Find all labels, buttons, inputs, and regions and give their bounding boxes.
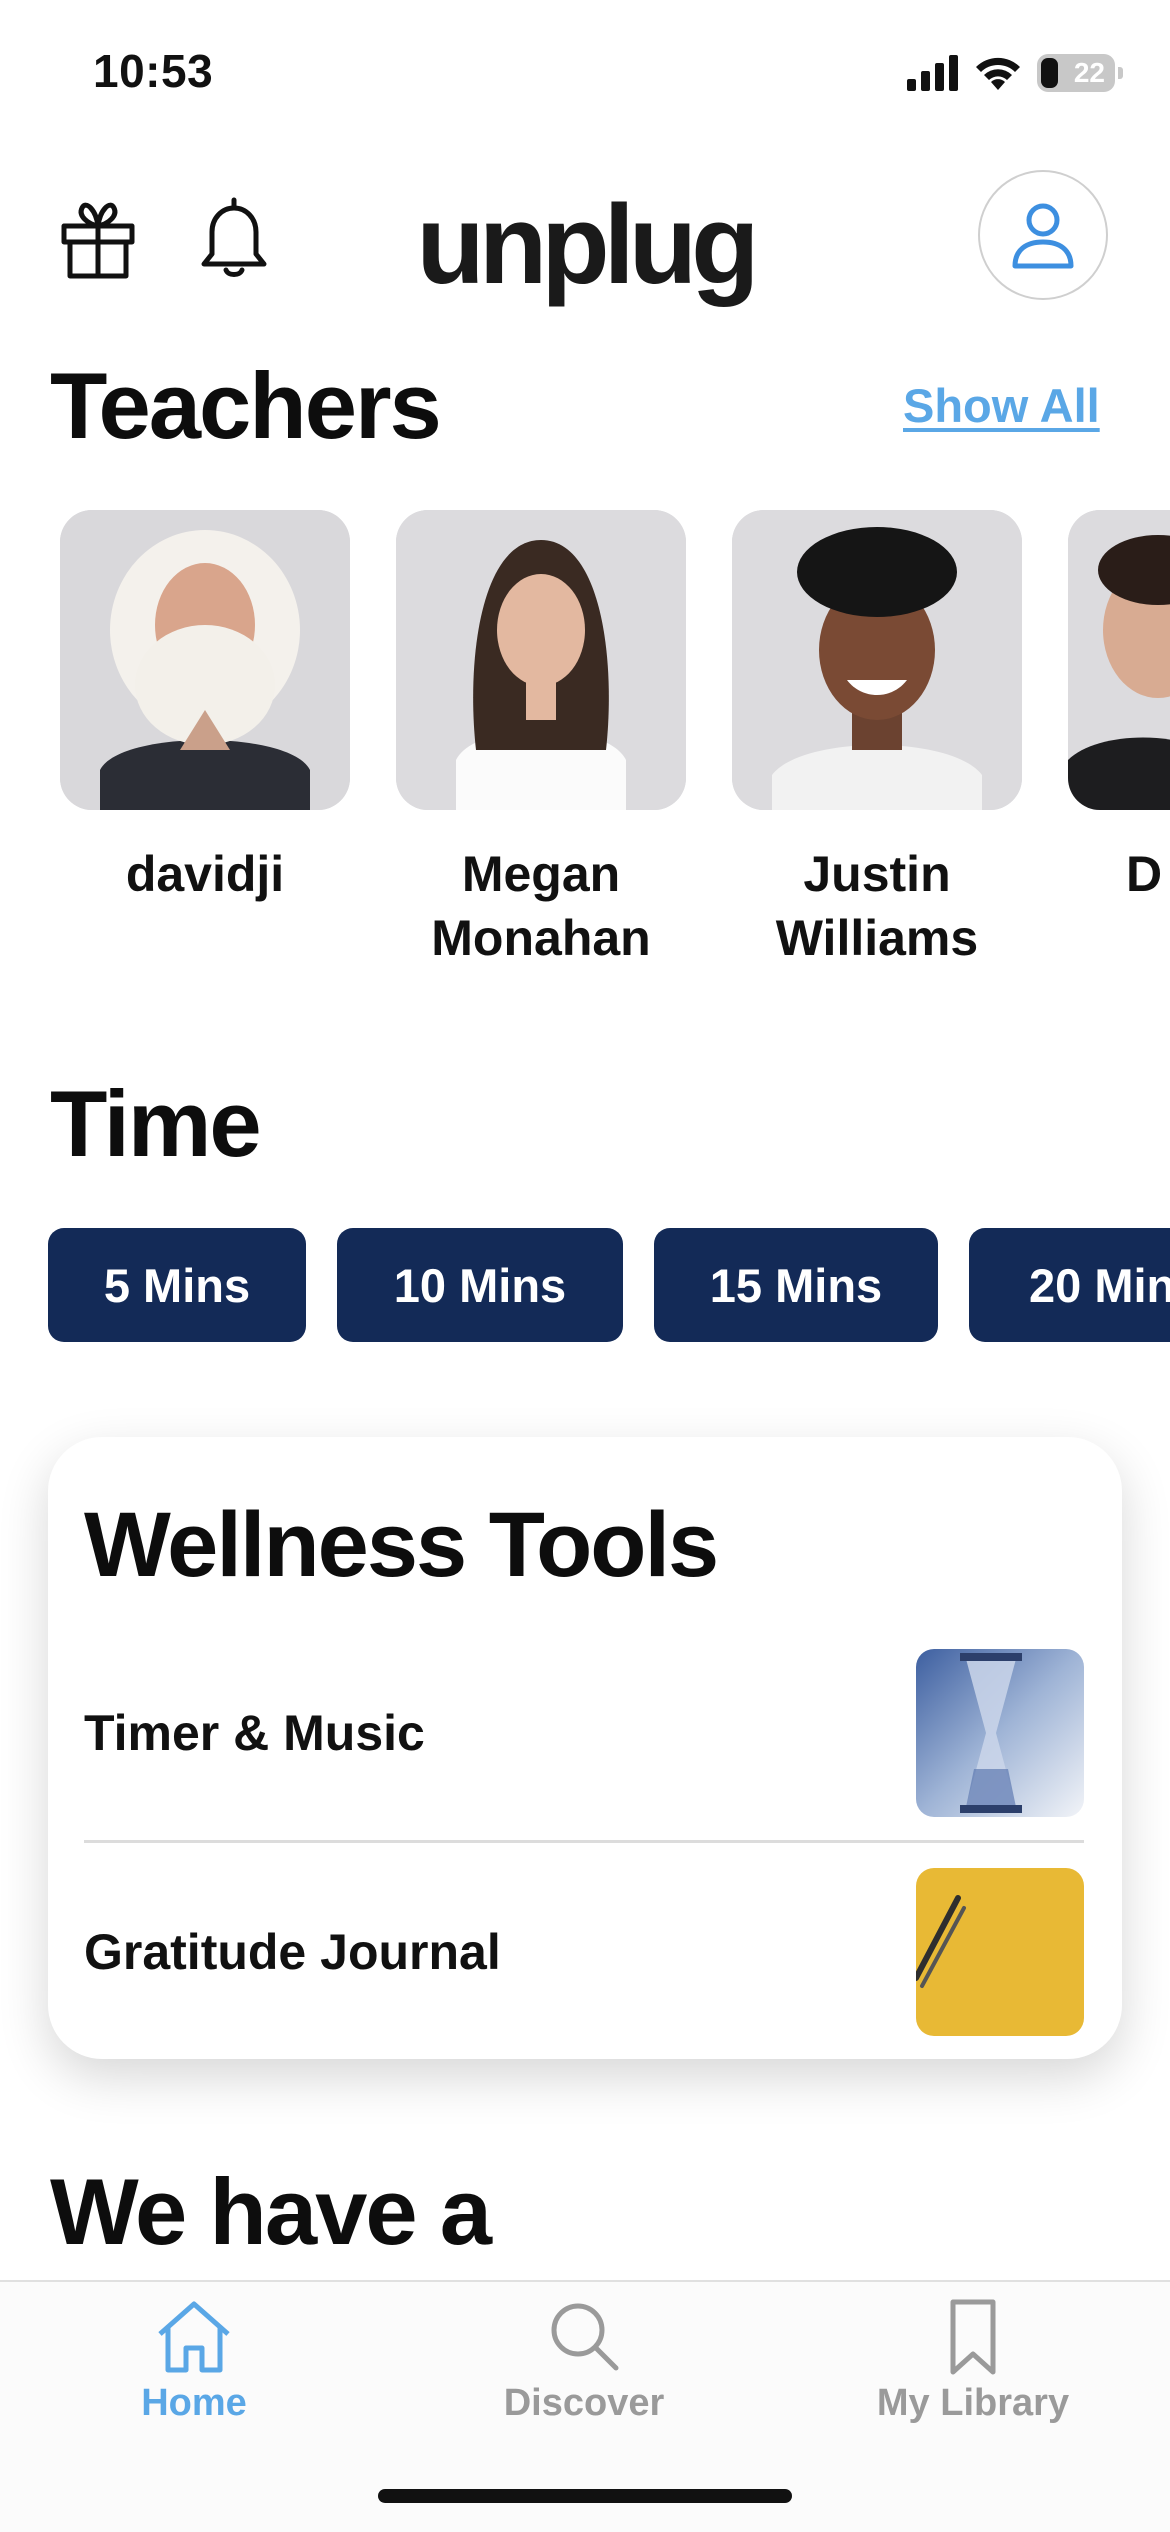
tool-row-journal[interactable]: Gratitude Journal [84,1868,1084,2036]
teacher-photo [732,510,1022,810]
teacher-card[interactable]: D [1068,510,1170,906]
teacher-card[interactable]: davidji [60,510,350,906]
status-time: 10:53 [93,45,214,97]
teachers-title: Teachers [50,353,442,458]
wellness-tools-card: Wellness Tools Timer & Music Gratitude J… [48,1437,1122,2059]
top-nav: unplug [0,160,1170,320]
time-chip-15[interactable]: 15 Mins [654,1228,938,1342]
home-indicator [378,2489,792,2503]
promo-heading: We have a [50,2159,492,2264]
tool-label: Timer & Music [84,1705,425,1761]
teachers-carousel[interactable]: davidji Megan Monahan Justin Williams D [0,510,1170,980]
divider [84,1840,1084,1843]
bookmark-icon [950,2299,996,2375]
profile-button[interactable] [978,170,1108,300]
tab-label: Home [141,2382,247,2424]
teacher-card[interactable]: Justin Williams [732,510,1022,970]
tab-home[interactable]: Home [44,2296,344,2425]
wifi-icon [976,57,1020,90]
user-icon [1012,203,1074,269]
tab-label: My Library [876,2382,1070,2424]
show-all-link[interactable]: Show All [903,378,1100,433]
teacher-photo [1068,510,1170,810]
teacher-name: Justin Williams [775,846,979,966]
time-chip-10[interactable]: 10 Mins [337,1228,623,1342]
tab-label: Discover [503,2382,665,2424]
wellness-title: Wellness Tools [84,1494,719,1596]
teacher-photo [60,510,350,810]
status-bar: 10:53 22 [0,0,1170,150]
hourglass-image [916,1649,1084,1817]
teacher-card[interactable]: Megan Monahan [396,510,686,970]
time-title: Time [50,1071,262,1176]
search-icon [551,2303,619,2371]
tool-label: Gratitude Journal [84,1924,501,1980]
tab-discover[interactable]: Discover [434,2296,734,2425]
teacher-name: davidji [125,846,285,902]
tool-row-timer[interactable]: Timer & Music [84,1649,1084,1817]
yellow-notebook-image [916,1868,1084,2036]
time-chips: 5 Mins 10 Mins 15 Mins 20 Mins [0,1228,1170,1344]
signal-icon [907,55,958,91]
time-chip-20[interactable]: 20 Mins [969,1228,1170,1342]
teacher-name: Megan Monahan [431,846,651,966]
battery-level: 22 [1073,57,1105,88]
status-icons: 22 [907,50,1123,96]
battery-icon: 22 [1037,54,1123,92]
time-chip-5[interactable]: 5 Mins [48,1228,306,1342]
tab-my-library[interactable]: My Library [823,2296,1123,2425]
home-icon [158,2301,230,2373]
teacher-name: D [1126,846,1163,902]
teacher-photo [396,510,686,810]
